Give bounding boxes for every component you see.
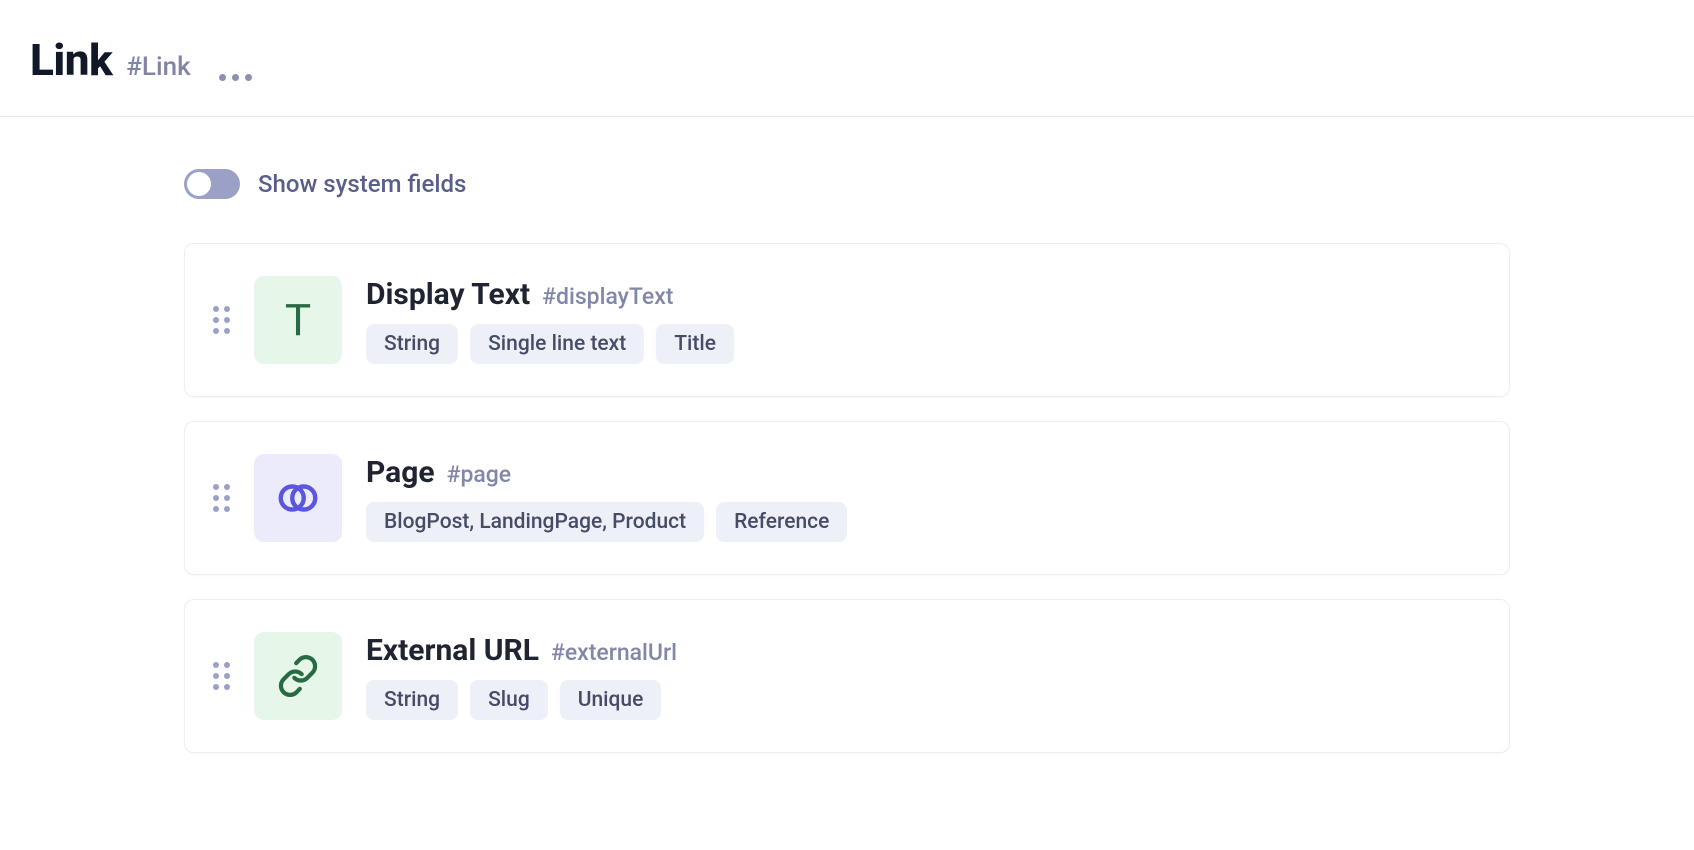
dots-icon [219, 74, 226, 81]
page-header: Link #Link [0, 0, 1694, 117]
drag-handle-icon[interactable] [213, 484, 230, 512]
field-tags: String Single line text Title [366, 324, 734, 364]
toggle-knob [187, 172, 211, 196]
field-body: External URL #externalUrl String Slug Un… [366, 633, 677, 720]
reference-icon [254, 454, 342, 542]
system-fields-toggle-label: Show system fields [258, 170, 466, 198]
field-body: Display Text #displayText String Single … [366, 277, 734, 364]
field-id: #externalUrl [551, 639, 677, 666]
field-tag: Reference [716, 502, 847, 542]
content-area: Show system fields T Display Text #displ… [0, 117, 1694, 753]
field-tag: BlogPost, LandingPage, Product [366, 502, 704, 542]
field-card[interactable]: Page #page BlogPost, LandingPage, Produc… [184, 421, 1510, 575]
text-icon: T [254, 276, 342, 364]
field-id: #page [447, 461, 512, 488]
system-fields-toggle-row: Show system fields [184, 169, 1510, 199]
field-card[interactable]: T Display Text #displayText String Singl… [184, 243, 1510, 397]
field-id: #displayText [542, 283, 673, 310]
field-tag: Slug [470, 680, 548, 720]
field-tags: BlogPost, LandingPage, Product Reference [366, 502, 847, 542]
field-tags: String Slug Unique [366, 680, 677, 720]
field-tag: String [366, 680, 458, 720]
field-title: Display Text [366, 277, 530, 312]
dots-icon [245, 74, 252, 81]
dots-icon [232, 74, 239, 81]
fields-list: T Display Text #displayText String Singl… [184, 243, 1510, 753]
field-tag: String [366, 324, 458, 364]
field-title: Page [366, 455, 435, 490]
more-actions-button[interactable] [219, 74, 252, 81]
link-icon [254, 632, 342, 720]
page-title: Link [30, 34, 112, 86]
page-id: #Link [126, 52, 190, 82]
drag-handle-icon[interactable] [213, 306, 230, 334]
field-card[interactable]: External URL #externalUrl String Slug Un… [184, 599, 1510, 753]
field-tag: Unique [560, 680, 662, 720]
field-title: External URL [366, 633, 539, 668]
field-body: Page #page BlogPost, LandingPage, Produc… [366, 455, 847, 542]
field-tag: Single line text [470, 324, 644, 364]
drag-handle-icon[interactable] [213, 662, 230, 690]
system-fields-toggle[interactable] [184, 169, 240, 199]
field-tag: Title [656, 324, 734, 364]
